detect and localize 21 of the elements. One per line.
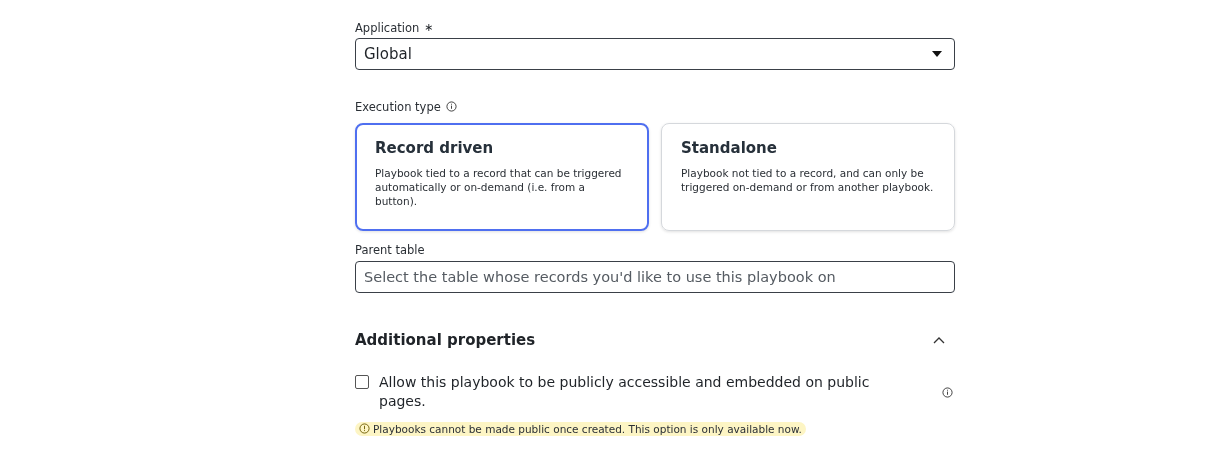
- warning-text: Playbooks cannot be made public once created. This option is only available now.: [373, 422, 802, 435]
- field-label: Application: [355, 20, 420, 35]
- checkbox[interactable]: [355, 375, 369, 389]
- field-label: Execution type: [355, 99, 441, 114]
- info-icon[interactable]: [445, 101, 457, 112]
- caret-icon: [932, 51, 942, 57]
- card-title: Standalone: [681, 139, 778, 157]
- field-label: Parent table: [355, 242, 425, 257]
- required-mark: ∗: [424, 21, 434, 34]
- card-title: Record driven: [375, 139, 495, 157]
- card-description: Playbook not tied to a record, and can only be triggered on-demand or from another playbook.: [681, 166, 935, 194]
- option-card[interactable]: Record driven Playbook tied to a record that can be triggered automatically or on-demand (i.e. from a button).: [355, 123, 649, 231]
- section-title: Additional properties: [355, 331, 536, 349]
- input-field[interactable]: Select the table whose records you'd like to use this playbook on: [355, 261, 955, 293]
- select-field[interactable]: Global: [355, 38, 955, 70]
- checkbox-label: Allow this playbook to be publicly accessible and embedded on public pages.: [379, 373, 871, 411]
- collapse-icon[interactable]: [933, 336, 945, 344]
- card-description: Playbook tied to a record that can be triggered automatically or on-demand (i.e. from a button).: [375, 166, 623, 208]
- warning-icon: [359, 423, 370, 434]
- option-card[interactable]: Standalone Playbook not tied to a record, and can only be triggered on-demand or from another playbook.: [661, 123, 955, 231]
- info-icon[interactable]: [942, 386, 953, 398]
